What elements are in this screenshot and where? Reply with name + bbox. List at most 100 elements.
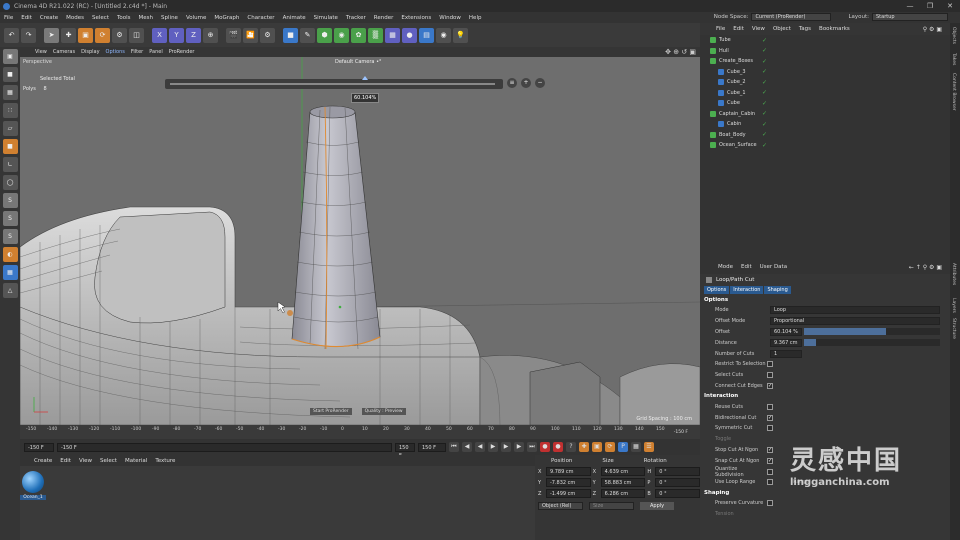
go-to-start-icon[interactable]: ⏮ — [449, 442, 459, 452]
menu-create[interactable]: Create — [36, 15, 62, 21]
key-scale-icon[interactable]: ▣ — [592, 442, 602, 452]
menu-extensions[interactable]: Extensions — [397, 15, 435, 21]
vp-menu-filter[interactable]: Filter — [128, 49, 146, 55]
object-row[interactable]: Cube ✓ — [700, 98, 950, 109]
prev-key-icon[interactable]: ◀ — [462, 442, 472, 452]
tab-shaping[interactable]: Shaping — [764, 286, 791, 294]
slider-menu-icon[interactable]: ≡ — [507, 78, 517, 88]
offset-mode-dropdown[interactable]: Proportional — [770, 317, 940, 326]
record-icon[interactable]: ● — [540, 442, 550, 452]
visibility-check-icon[interactable]: ✓ — [762, 47, 767, 54]
cut-offset-knob[interactable] — [362, 76, 368, 80]
menu-animate[interactable]: Animate — [279, 15, 310, 21]
go-to-end-icon[interactable]: ⏭ — [527, 442, 537, 452]
menu-window[interactable]: Window — [435, 15, 465, 21]
vp-menu-prorender[interactable]: ProRender — [166, 49, 198, 55]
play-icon[interactable]: ▶ — [488, 442, 498, 452]
minimize-icon[interactable]: — — [900, 0, 920, 12]
visibility-check-icon[interactable]: ✓ — [762, 131, 767, 138]
lock-workplane-icon[interactable]: △ — [2, 283, 18, 298]
object-name[interactable]: Cube_2 — [727, 79, 789, 85]
object-row[interactable]: Cube_1 ✓ — [700, 88, 950, 99]
menu-render[interactable]: Render — [370, 15, 398, 21]
menu-file[interactable]: File — [0, 15, 17, 21]
cuts-field[interactable]: 1 — [770, 349, 802, 358]
am-menu-edit[interactable]: Edit — [737, 264, 756, 270]
strip-tab-structure[interactable]: Structure — [951, 318, 956, 339]
vp-menu-options[interactable]: Options — [103, 49, 128, 55]
mat-menu-texture[interactable]: Texture — [151, 458, 179, 464]
menu-tools[interactable]: Tools — [113, 15, 135, 21]
autokey-icon[interactable]: ● — [553, 442, 563, 452]
object-name[interactable]: Create_Boxes — [719, 58, 781, 64]
material-name[interactable]: Ocean_1 — [20, 495, 46, 500]
timeline-icon[interactable]: ☰ — [644, 442, 654, 452]
texture-mode-icon[interactable]: ▦ — [2, 85, 18, 100]
mode-dropdown[interactable]: Loop — [770, 306, 940, 315]
om-menu-file[interactable]: File — [712, 26, 729, 32]
model-mode-icon[interactable]: ■ — [2, 67, 18, 82]
object-row[interactable]: Ocean_Surface ✓ — [700, 140, 950, 151]
object-row[interactable]: Create_Boxes ✓ — [700, 56, 950, 67]
rot-b-field[interactable]: 0 ° — [655, 489, 701, 498]
render-settings-icon[interactable]: ⚙ — [260, 27, 275, 43]
live-selection-icon[interactable]: ➤ — [44, 27, 59, 43]
z-axis-icon[interactable]: Z — [186, 27, 201, 43]
menu-mesh[interactable]: Mesh — [135, 15, 157, 21]
visibility-check-icon[interactable]: ✓ — [762, 58, 767, 65]
object-row[interactable]: Cube_2 ✓ — [700, 77, 950, 88]
vp-menu-panel[interactable]: Panel — [146, 49, 166, 55]
restrict-checkbox[interactable] — [767, 361, 773, 368]
scale-icon[interactable]: ▣ — [78, 27, 93, 43]
object-row[interactable]: Hull ✓ — [700, 46, 950, 57]
menu-character[interactable]: Character — [243, 15, 278, 21]
om-menu-view[interactable]: View — [748, 26, 769, 32]
generator-icon[interactable]: ◉ — [334, 27, 349, 43]
menu-select[interactable]: Select — [88, 15, 113, 21]
timeline-ruler[interactable]: -150 -140 -130 -120 -110 -100 -90 -80 -70 -60 -50-… — [20, 425, 700, 439]
size-z-field[interactable]: 6.286 cm — [600, 489, 646, 498]
visibility-check-icon[interactable]: ✓ — [762, 100, 767, 107]
visibility-check-icon[interactable]: ✓ — [762, 37, 767, 44]
size-y-field[interactable]: 58.883 cm — [600, 478, 646, 487]
undo-icon[interactable]: ↶ — [4, 27, 19, 43]
visibility-check-icon[interactable]: ✓ — [762, 142, 767, 149]
tab-options[interactable]: Options — [704, 286, 730, 294]
strip-tab-attributes[interactable]: Attributes — [951, 263, 956, 285]
object-mode-icon[interactable]: ◫ — [129, 27, 144, 43]
pos-y-field[interactable]: -7.832 cm — [545, 478, 591, 487]
points-mode-icon[interactable]: ∷ — [2, 103, 18, 118]
stop-checkbox[interactable]: ✓ — [767, 446, 773, 453]
coord-size-dropdown[interactable]: Size — [589, 502, 634, 510]
make-editable-icon[interactable]: ▣ — [2, 49, 18, 64]
start-prorender-button[interactable]: Start ProRender — [310, 408, 352, 415]
vp-menu-cameras[interactable]: Cameras — [50, 49, 78, 55]
array-icon[interactable]: ✿ — [351, 27, 366, 43]
preserve-checkbox[interactable] — [767, 500, 773, 507]
distance-slider[interactable] — [804, 339, 940, 347]
menu-tracker[interactable]: Tracker — [342, 15, 370, 21]
visibility-check-icon[interactable]: ✓ — [762, 121, 767, 128]
om-menu-object[interactable]: Object — [769, 26, 795, 32]
am-menu-userdata[interactable]: User Data — [756, 264, 791, 270]
remove-cut-icon[interactable]: − — [535, 78, 545, 88]
key-rotation-icon[interactable]: ⟳ — [605, 442, 615, 452]
om-menu-tags[interactable]: Tags — [795, 26, 815, 32]
tab-interaction[interactable]: Interaction — [730, 286, 764, 294]
pos-z-field[interactable]: -1.499 cm — [545, 489, 591, 498]
mat-menu-material[interactable]: Material — [121, 458, 151, 464]
max-frame-field-2[interactable]: 150 F — [418, 442, 446, 452]
rotate-icon[interactable]: ⟳ — [95, 27, 110, 43]
strip-tab-objects[interactable]: Objects — [951, 27, 956, 44]
object-name[interactable]: Cabin — [727, 121, 789, 127]
grid-icon[interactable]: ▦ — [2, 265, 18, 280]
snap-settings-icon[interactable]: S — [2, 193, 18, 208]
mat-menu-select[interactable]: Select — [96, 458, 121, 464]
rot-p-field[interactable]: 0 ° — [655, 478, 701, 487]
light-icon[interactable]: 💡 — [453, 27, 468, 43]
connect-checkbox[interactable]: ✓ — [767, 382, 773, 389]
pos-x-field[interactable]: 9.789 cm — [545, 467, 591, 476]
y-axis-icon[interactable]: Y — [169, 27, 184, 43]
render-picture-viewer-icon[interactable]: 🎦 — [243, 27, 258, 43]
menu-modes[interactable]: Modes — [62, 15, 88, 21]
